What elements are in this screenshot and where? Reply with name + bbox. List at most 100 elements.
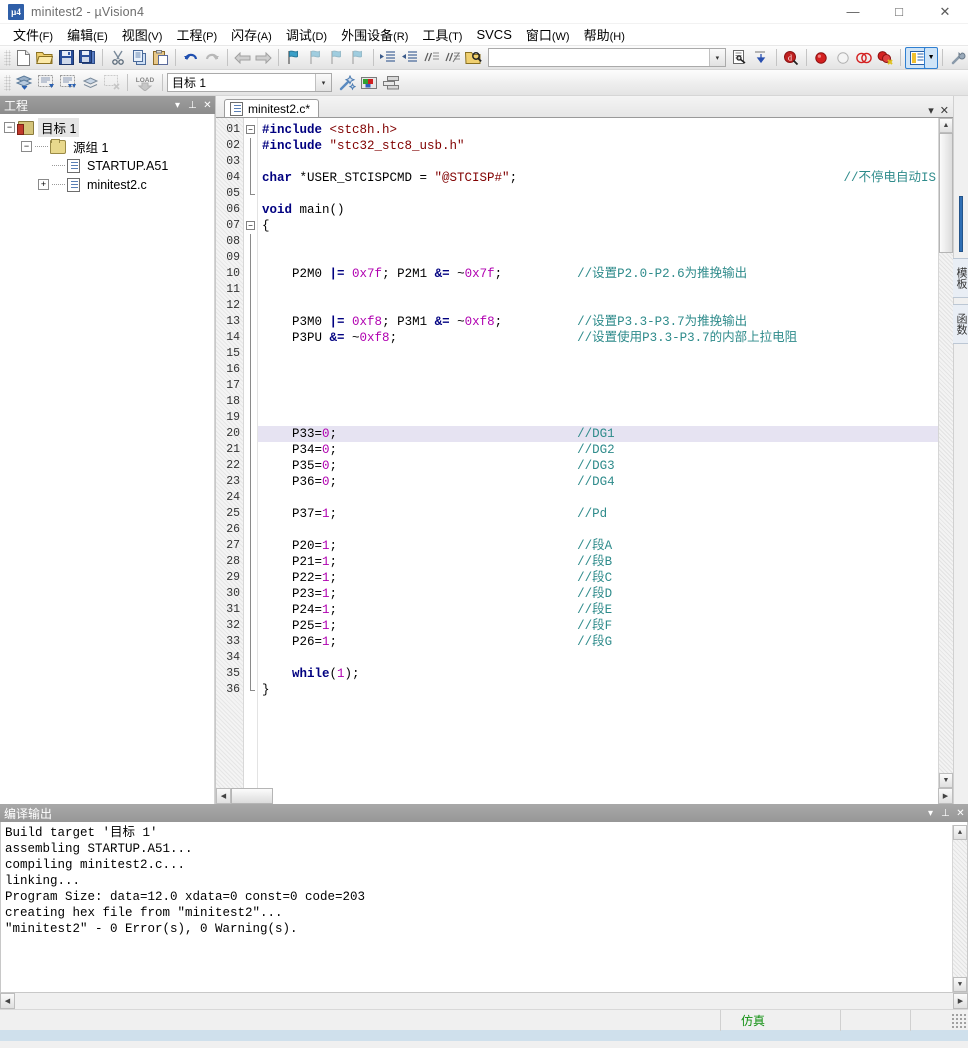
code-line[interactable] (258, 394, 938, 410)
build-toolbar-grip[interactable] (4, 74, 11, 91)
bookmark-prev-icon[interactable] (305, 47, 326, 69)
code-line[interactable] (258, 522, 938, 538)
code-line[interactable]: P25=1; //段F (258, 618, 938, 634)
breakpoint-disable-all-icon[interactable] (853, 47, 874, 69)
resize-grip-icon[interactable] (951, 1012, 966, 1028)
maximize-button[interactable]: □ (876, 0, 922, 24)
find-next-icon[interactable] (729, 47, 750, 69)
menu-debug[interactable]: 调试(D) (279, 23, 334, 46)
build-pane-pin-icon[interactable]: ⊥ (938, 808, 953, 819)
menu-peripherals[interactable]: 外围设备(R) (334, 23, 415, 46)
code-text-area[interactable]: #include <stc8h.h> #include "stc32_stc8_u… (258, 118, 938, 788)
debug-start-icon[interactable]: d (781, 47, 802, 69)
editor-horizontal-scrollbar[interactable]: ◀ ▶ (216, 788, 953, 804)
code-line[interactable] (258, 378, 938, 394)
code-line[interactable] (258, 490, 938, 506)
paste-icon[interactable] (150, 47, 171, 69)
cut-icon[interactable] (107, 47, 128, 69)
build-scroll-right-arrow-icon[interactable]: ▶ (953, 993, 968, 1009)
dock-tab-accent[interactable] (959, 196, 963, 252)
code-line[interactable]: { (258, 218, 938, 234)
find-in-files-icon[interactable] (463, 47, 484, 69)
translate-file-icon[interactable] (13, 72, 35, 94)
tree-expander-sourcegroup[interactable]: − (21, 141, 32, 152)
layout-dropdown-arrow-icon[interactable]: ▼ (924, 46, 938, 69)
editor-vertical-scrollbar[interactable]: ▲ ▼ (938, 118, 953, 788)
code-line[interactable] (258, 186, 938, 202)
stop-build-icon[interactable] (101, 72, 123, 94)
dock-tab-templates[interactable]: 模板 (951, 258, 968, 298)
build-vertical-scroll-track[interactable] (953, 840, 967, 977)
target-select[interactable]: 目标 1 ▾ (167, 73, 332, 92)
build-pane-close-icon[interactable]: ✕ (953, 808, 968, 819)
bookmark-next-icon[interactable] (326, 47, 347, 69)
horizontal-scroll-thumb[interactable] (231, 788, 273, 804)
go-to-definition-icon[interactable] (750, 47, 771, 69)
pane-pin-icon[interactable]: ⊥ (185, 100, 200, 111)
tree-item-startup-a51[interactable]: STARTUP.A51 (4, 156, 214, 175)
code-line[interactable]: P21=1; //段B (258, 554, 938, 570)
code-line[interactable]: char *USER_STCISPCMD = "@STCISP#"; //不停电自… (258, 170, 938, 186)
build-scroll-left-arrow-icon[interactable]: ◀ (0, 993, 15, 1009)
toolbar-grip[interactable] (4, 49, 11, 66)
build-horizontal-scroll-track[interactable] (15, 993, 953, 1009)
comment-icon[interactable] (420, 47, 441, 69)
redo-icon[interactable] (201, 47, 222, 69)
copy-icon[interactable] (128, 47, 149, 69)
tree-item-target[interactable]: − 目标 1 (4, 118, 214, 137)
navigate-back-icon[interactable] (232, 47, 253, 69)
code-line[interactable]: P26=1; //段G (258, 634, 938, 650)
tree-item-minitest2-c[interactable]: + minitest2.c (4, 175, 214, 194)
build-horizontal-scrollbar[interactable]: ◀ ▶ (0, 993, 968, 1009)
breakpoint-insert-icon[interactable] (811, 47, 832, 69)
menu-edit[interactable]: 编辑(E) (60, 23, 115, 46)
outdent-icon[interactable] (399, 47, 420, 69)
vertical-scroll-track[interactable] (939, 253, 953, 773)
pane-menu-icon[interactable]: ▾ (170, 100, 185, 111)
indent-icon[interactable] (378, 47, 399, 69)
open-file-icon[interactable] (34, 47, 55, 69)
manage-multi-project-icon[interactable] (380, 72, 402, 94)
close-button[interactable]: ✕ (922, 0, 968, 24)
code-line[interactable]: P22=1; //段C (258, 570, 938, 586)
editor-close-icon[interactable]: ✕ (940, 104, 949, 117)
build-target-icon[interactable] (35, 72, 57, 94)
batch-build-icon[interactable] (79, 72, 101, 94)
menu-help[interactable]: 帮助(H) (577, 23, 632, 46)
new-file-icon[interactable] (13, 47, 34, 69)
code-line[interactable]: P34=0; //DG2 (258, 442, 938, 458)
fold-collapse-icon[interactable]: − (246, 221, 255, 230)
fold-collapse-icon[interactable]: − (246, 125, 255, 134)
build-scroll-up-arrow-icon[interactable]: ▲ (953, 825, 967, 840)
code-line[interactable]: P24=1; //段E (258, 602, 938, 618)
code-line[interactable] (258, 234, 938, 250)
vertical-scroll-thumb[interactable] (939, 133, 953, 253)
project-tree[interactable]: − 目标 1 − 源组 1 STARTUP.A51 + minitest2.c (0, 114, 215, 804)
undo-icon[interactable] (180, 47, 201, 69)
scroll-up-arrow-icon[interactable]: ▲ (939, 118, 953, 133)
code-line[interactable]: P37=1; //Pd (258, 506, 938, 522)
menu-window[interactable]: 窗口(W) (519, 23, 577, 46)
menu-view[interactable]: 视图(V) (115, 23, 170, 46)
code-line[interactable] (258, 410, 938, 426)
manage-project-items-icon[interactable] (358, 72, 380, 94)
code-line[interactable]: P3M0 |= 0xf8; P3M1 &= ~0xf8; //设置P3.3-P3… (258, 314, 938, 330)
pane-close-icon[interactable]: ✕ (200, 100, 215, 111)
code-line[interactable] (258, 650, 938, 666)
scroll-left-arrow-icon[interactable]: ◀ (216, 788, 231, 804)
menu-tools[interactable]: 工具(T) (415, 23, 469, 46)
build-pane-menu-icon[interactable]: ▾ (923, 808, 938, 819)
fold-marker[interactable]: − (244, 218, 257, 234)
code-line[interactable]: P20=1; //段A (258, 538, 938, 554)
code-line[interactable]: P3PU &= ~0xf8; //设置使用P3.3-P3.7的内部上拉电阻 (258, 330, 938, 346)
editor-menu-icon[interactable]: ▾ (928, 104, 934, 117)
target-options-icon[interactable] (336, 72, 358, 94)
horizontal-scroll-track[interactable] (273, 788, 938, 804)
menu-flash[interactable]: 闪存(A) (224, 23, 279, 46)
bookmark-toggle-icon[interactable] (283, 47, 304, 69)
code-line[interactable]: P2M0 |= 0x7f; P2M1 &= ~0x7f; //设置P2.0-P2… (258, 266, 938, 282)
uncomment-icon[interactable] (442, 47, 463, 69)
code-line[interactable]: P35=0; //DG3 (258, 458, 938, 474)
tree-expander-minitest2[interactable]: + (38, 179, 49, 190)
menu-project[interactable]: 工程(P) (169, 23, 224, 46)
